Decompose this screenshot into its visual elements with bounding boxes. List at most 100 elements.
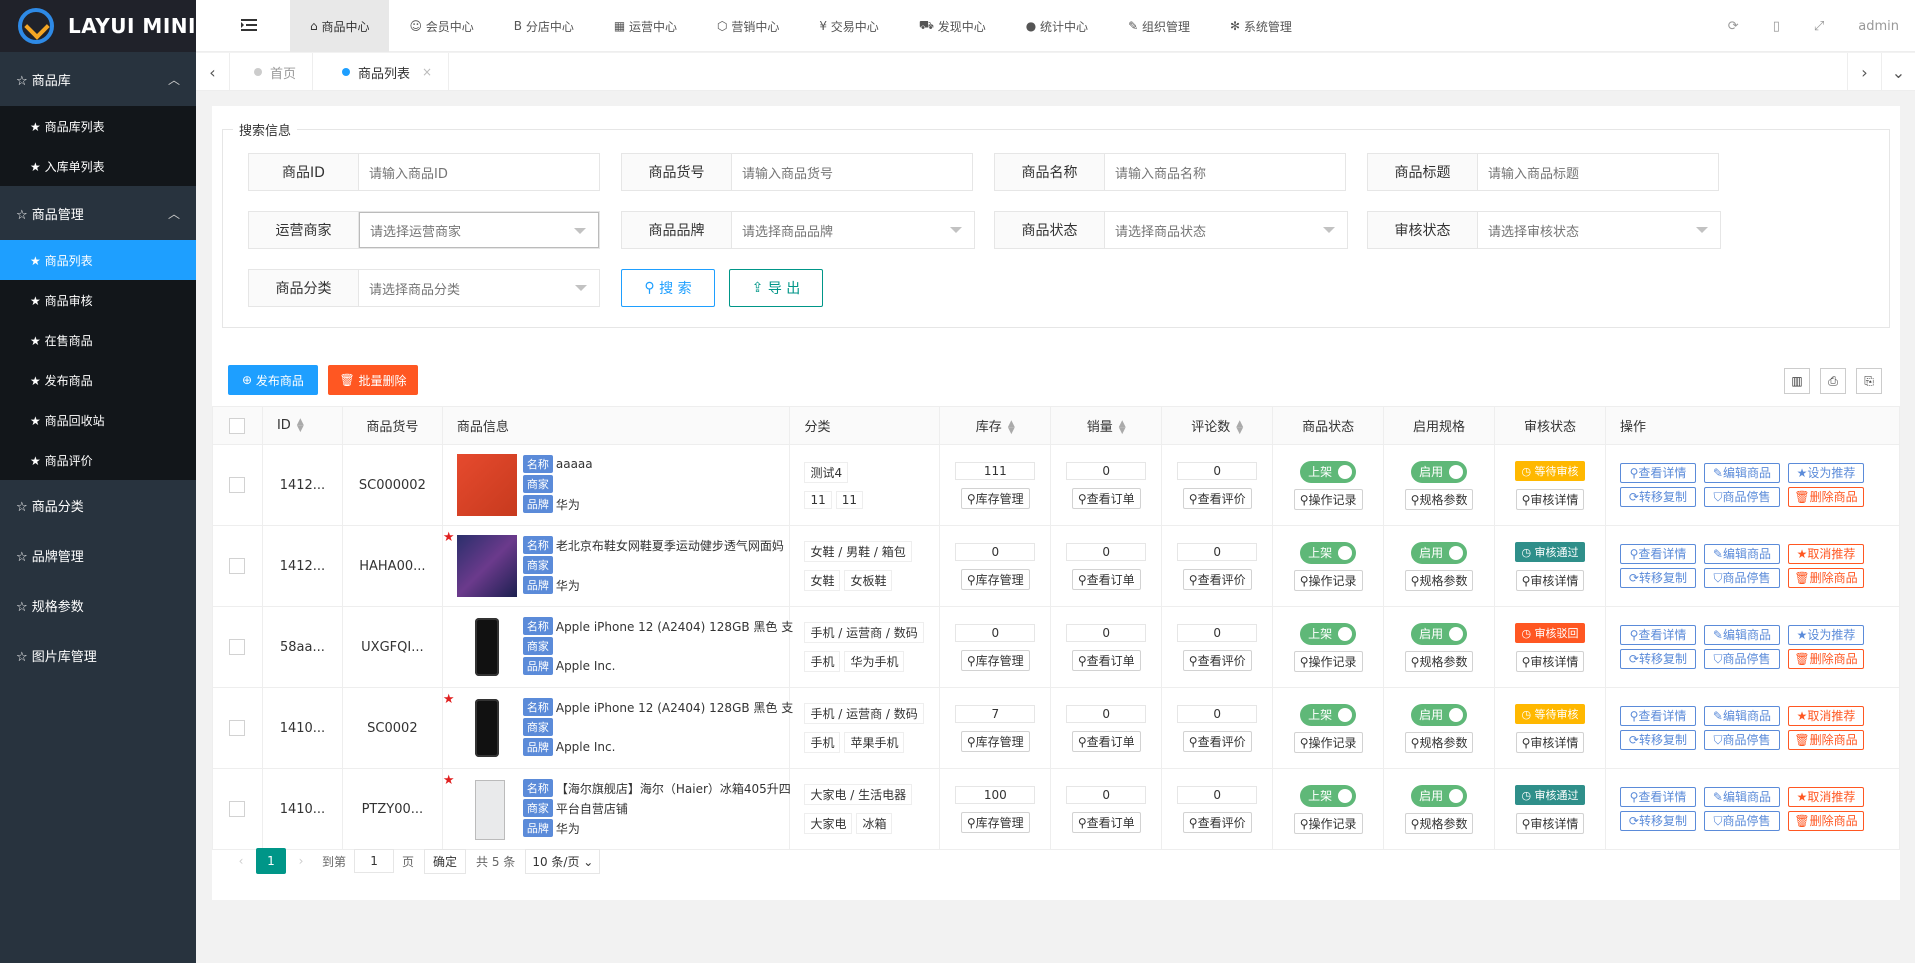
goods-thumbnail[interactable] [456,616,517,678]
stop-sale-button[interactable]: ⛉商品停售 [1703,730,1780,750]
op-log-button[interactable]: ⚲操作记录 [1293,488,1363,510]
admin-user[interactable]: admin [1858,19,1899,34]
audit-detail-button[interactable]: ⚲审核详情 [1515,488,1585,510]
goods-title-input[interactable]: 请输入商品标题 [1478,154,1718,190]
publish-goods-button[interactable]: ⊕ 发布商品 [228,365,318,395]
export-table-icon[interactable]: ⎙ [1820,368,1846,394]
view-orders-button[interactable]: ⚲查看订单 [1071,811,1141,833]
delete-goods-button[interactable]: 🗑删除商品 [1787,568,1864,588]
fullscreen-icon[interactable]: ⤢ [1814,19,1824,34]
nav-discover-center[interactable]: ⛟ 发现中心 [899,0,1006,52]
view-orders-button[interactable]: ⚲查看订单 [1071,487,1141,509]
sidebar-item-recycle[interactable]: ★ 商品回收站 [0,400,196,440]
row-checkbox[interactable] [229,801,246,817]
audit-detail-button[interactable]: ⚲审核详情 [1515,650,1585,672]
stock-manage-button[interactable]: ⚲库存管理 [960,730,1030,752]
goto-confirm-button[interactable]: 确定 [424,848,467,874]
transfer-copy-button[interactable]: ⟳转移复制 [1619,730,1696,750]
op-log-button[interactable]: ⚲操作记录 [1293,812,1363,834]
spec-params-button[interactable]: ⚲规格参数 [1404,812,1474,834]
page-1-button[interactable]: 1 [256,848,286,874]
nav-org-manage[interactable]: ✎ 组织管理 [1108,0,1210,52]
nav-member-center[interactable]: ☺ 会员中心 [389,0,493,52]
close-icon[interactable]: × [422,65,432,79]
goods-sku-input[interactable]: 请输入商品货号 [732,154,972,190]
view-reviews-button[interactable]: ⚲查看评价 [1182,487,1252,509]
on-shelf-toggle[interactable]: 上架 [1300,703,1357,726]
tab-prev-icon[interactable]: ‹ [196,53,230,91]
sidebar-item-spec[interactable]: ☆ 规格参数 [0,580,196,630]
edit-goods-button[interactable]: ✎编辑商品 [1703,787,1780,807]
spec-params-button[interactable]: ⚲规格参数 [1404,569,1474,591]
audit-select[interactable]: 请选择审核状态 [1478,212,1720,248]
print-icon[interactable]: ⎘ [1856,368,1882,394]
stock-value[interactable]: 0 [955,623,1036,642]
spec-params-button[interactable]: ⚲规格参数 [1404,731,1474,753]
view-detail-button[interactable]: ⚲查看详情 [1619,787,1696,807]
sidebar-item-on-sale[interactable]: ★ 在售商品 [0,320,196,360]
view-reviews-button[interactable]: ⚲查看评价 [1182,568,1252,590]
sidebar-item-goods-library-list[interactable]: ★ 商品库列表 [0,106,196,146]
columns-filter-icon[interactable]: ▥ [1784,368,1810,394]
logo[interactable]: LAYUI MINI [0,0,196,52]
edit-goods-button[interactable]: ✎编辑商品 [1703,706,1780,726]
sidebar-item-category[interactable]: ☆ 商品分类 [0,480,196,530]
op-log-button[interactable]: ⚲操作记录 [1293,731,1363,753]
edit-goods-button[interactable]: ✎编辑商品 [1703,463,1780,483]
spec-params-button[interactable]: ⚲规格参数 [1404,650,1474,672]
recommend-button[interactable]: ★设为推荐 [1787,463,1864,483]
transfer-copy-button[interactable]: ⟳转移复制 [1619,811,1696,831]
goods-thumbnail[interactable] [456,697,517,759]
nav-goods-center[interactable]: ⌂ 商品中心 [290,0,390,52]
stock-value[interactable]: 111 [955,461,1036,480]
sidebar-item-goods-audit[interactable]: ★ 商品审核 [0,280,196,320]
goods-thumbnail[interactable] [456,535,517,597]
view-reviews-button[interactable]: ⚲查看评价 [1182,730,1252,752]
delete-goods-button[interactable]: 🗑删除商品 [1787,649,1864,669]
transfer-copy-button[interactable]: ⟳转移复制 [1619,649,1696,669]
nav-marketing-center[interactable]: ⬡ 营销中心 [697,0,799,52]
sidebar-item-publish[interactable]: ★ 发布商品 [0,360,196,400]
stock-value[interactable]: 100 [955,785,1036,804]
prev-page-icon[interactable]: ‹ [226,848,256,874]
stock-manage-button[interactable]: ⚲库存管理 [960,811,1030,833]
tab-menu-chevron-down-icon[interactable]: ⌄ [1881,53,1915,91]
tab-goods-list[interactable]: 商品列表 × [326,53,450,91]
export-button[interactable]: ⇪ 导 出 [729,269,823,307]
recommend-button[interactable]: ★取消推荐 [1787,706,1864,726]
th-stock[interactable]: 库存 ▲ ▼ [939,406,1052,445]
recommend-button[interactable]: ★取消推荐 [1787,787,1864,807]
stock-value[interactable]: 7 [955,704,1036,723]
row-checkbox[interactable] [229,477,246,493]
view-reviews-button[interactable]: ⚲查看评价 [1182,811,1252,833]
menu-group-goods-manage[interactable]: ☆ 商品管理 ︿ [0,186,196,240]
sidebar-item-reviews[interactable]: ★ 商品评价 [0,440,196,480]
row-checkbox[interactable] [229,639,246,655]
sidebar-item-brand[interactable]: ☆ 品牌管理 [0,530,196,580]
recommend-button[interactable]: ★取消推荐 [1787,544,1864,564]
view-orders-button[interactable]: ⚲查看订单 [1071,730,1141,752]
row-checkbox[interactable] [229,720,246,736]
goods-thumbnail[interactable] [456,778,517,840]
audit-detail-button[interactable]: ⚲审核详情 [1515,569,1585,591]
spec-toggle[interactable]: 启用 [1411,703,1468,726]
goto-page-input[interactable]: 1 [354,849,395,873]
view-detail-button[interactable]: ⚲查看详情 [1619,706,1696,726]
batch-delete-button[interactable]: 🗑 批量删除 [328,365,418,395]
next-page-icon[interactable]: › [286,848,316,874]
sort-icon[interactable]: ▲ ▼ [297,417,304,433]
audit-detail-button[interactable]: ⚲审核详情 [1515,731,1585,753]
brand-select[interactable]: 请选择商品品牌 [732,212,974,248]
on-shelf-toggle[interactable]: 上架 [1300,460,1357,483]
stop-sale-button[interactable]: ⛉商品停售 [1703,568,1780,588]
recommend-button[interactable]: ★设为推荐 [1787,625,1864,645]
edit-goods-button[interactable]: ✎编辑商品 [1703,625,1780,645]
sort-icon[interactable]: ▲ ▼ [1119,419,1126,435]
goods-name-input[interactable]: 请输入商品名称 [1105,154,1345,190]
nav-branch-center[interactable]: B 分店中心 [494,0,594,52]
audit-detail-button[interactable]: ⚲审核详情 [1515,812,1585,834]
stock-value[interactable]: 0 [955,542,1036,561]
tab-next-icon[interactable]: › [1847,53,1881,91]
th-id[interactable]: ID ▲ ▼ [261,406,343,445]
transfer-copy-button[interactable]: ⟳转移复制 [1619,568,1696,588]
